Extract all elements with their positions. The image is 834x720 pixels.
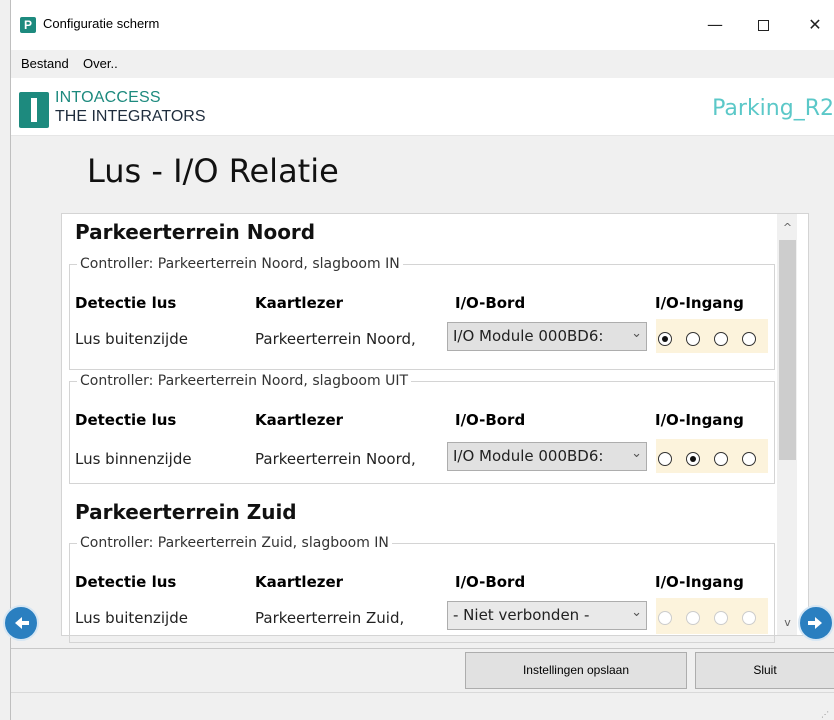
chevron-down-icon: ⌄ [631,326,642,341]
io-input-radio-1 [658,611,672,625]
page-title: Lus - I/O Relatie [87,152,339,190]
scrollbar-thumb[interactable] [779,240,796,460]
loop-name: Lus binnenzijde [75,450,192,468]
save-settings-button[interactable]: Instellingen opslaan [465,652,687,689]
controller-legend: Controller: Parkeerterrein Noord, slagbo… [77,373,411,389]
io-board-select[interactable]: I/O Module 000BD6: ⌄ [447,322,647,351]
io-input-radio-2[interactable] [686,452,700,466]
col-header-board: I/O-Bord [455,573,526,591]
logo-text-company: INTOACCESS [55,89,161,106]
loop-name: Lus buitenzijde [75,609,188,627]
arrow-right-icon [808,617,822,629]
minimize-button[interactable]: — [695,12,735,38]
io-input-radio-3[interactable] [714,332,728,346]
menu-bar: Bestand Over.. [11,50,834,78]
io-input-radio-2[interactable] [686,332,700,346]
menu-bestand[interactable]: Bestand [21,56,69,71]
card-reader-name: Parkeerterrein Zuid, [255,609,405,627]
lot-title: Parkeerterrein Noord [75,220,316,244]
io-board-select[interactable]: - Niet verbonden - ⌄ [447,601,647,630]
card-reader-name: Parkeerterrein Noord, [255,330,416,348]
status-bar [11,692,834,720]
io-board-value: I/O Module 000BD6: [453,327,604,345]
chevron-down-icon: ⌄ [631,446,642,461]
col-header-loop: Detectie lus [75,573,177,591]
io-input-radio-4 [742,611,756,625]
menu-over[interactable]: Over.. [83,56,118,71]
io-input-radio-2 [686,611,700,625]
scroll-up-icon[interactable]: ^ [779,219,796,237]
io-board-value: - Niet verbonden - [453,606,590,624]
config-window: P Configuratie scherm — ✕ Bestand Over..… [10,0,834,720]
previous-page-button[interactable] [3,605,39,641]
controller-legend: Controller: Parkeerterrein Zuid, slagboo… [77,535,392,551]
app-icon: P [20,17,36,33]
logo-text-tagline: THE INTEGRATORS [55,108,206,125]
col-header-reader: Kaartlezer [255,573,344,591]
col-header-reader: Kaartlezer [255,294,344,312]
close-button[interactable]: Sluit [695,652,834,689]
controller-group [69,264,775,370]
io-board-value: I/O Module 000BD6: [453,447,604,465]
chevron-down-icon: ⌄ [631,605,642,620]
card-reader-name: Parkeerterrein Noord, [255,450,416,468]
col-header-loop: Detectie lus [75,294,177,312]
maximize-icon [757,20,769,31]
io-input-radio-3 [714,611,728,625]
col-header-reader: Kaartlezer [255,411,344,429]
next-page-button[interactable] [798,605,834,641]
arrow-left-icon [15,617,29,629]
brand-header [11,78,834,136]
close-window-button[interactable]: ✕ [795,12,834,38]
title-bar: P Configuratie scherm — ✕ [11,0,834,50]
io-input-radio-4[interactable] [742,452,756,466]
io-input-radio-1[interactable] [658,332,672,346]
station-name: Parking_R2 [712,96,834,121]
col-header-input: I/O-Ingang [655,573,744,591]
scroll-down-icon[interactable]: v [779,614,796,632]
io-input-radio-4[interactable] [742,332,756,346]
window-title: Configuratie scherm [43,16,160,31]
controller-legend: Controller: Parkeerterrein Noord, slagbo… [77,256,403,272]
io-input-radio-1[interactable] [658,452,672,466]
col-header-input: I/O-Ingang [655,411,744,429]
col-header-board: I/O-Bord [455,294,526,312]
io-input-radio-3[interactable] [714,452,728,466]
col-header-loop: Detectie lus [75,411,177,429]
col-header-input: I/O-Ingang [655,294,744,312]
lot-title: Parkeerterrein Zuid [75,500,297,524]
loop-name: Lus buitenzijde [75,330,188,348]
intoaccess-logo-icon [19,92,49,128]
io-board-select[interactable]: I/O Module 000BD6: ⌄ [447,442,647,471]
col-header-board: I/O-Bord [455,411,526,429]
maximize-button[interactable] [743,12,783,38]
resize-grip-icon[interactable]: ⋰ [821,710,829,719]
